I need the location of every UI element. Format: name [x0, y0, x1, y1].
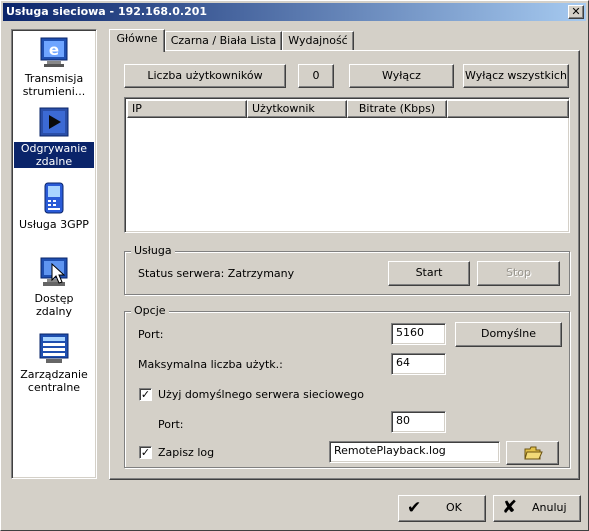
cancel-button[interactable]: ✘ Anuluj — [493, 495, 581, 522]
web-port-input[interactable]: 80 — [391, 411, 446, 433]
users-count-label-text: Liczba użytkowników — [147, 69, 263, 82]
streaming-icon: e — [40, 37, 68, 67]
start-button-label: Start — [415, 266, 443, 279]
sidebar-item-label: Odgrywanie zdalne — [14, 142, 94, 168]
options-group-title: Opcje — [131, 304, 169, 317]
close-button[interactable]: ✕ — [568, 5, 584, 19]
remote-access-icon — [40, 257, 68, 286]
disconnect-button[interactable]: Wyłącz — [349, 64, 454, 88]
port-input-value: 5160 — [396, 326, 424, 339]
sidebar-item-label: Dostęp zdalny — [34, 292, 74, 318]
stop-button-label: Stop — [505, 266, 531, 279]
stop-button[interactable]: Stop — [477, 261, 560, 286]
title-bar[interactable]: Usługa sieciowa - 192.168.0.201 ✕ — [3, 3, 586, 21]
port-label: Port: — [138, 328, 164, 341]
column-header-label: Użytkownik — [252, 102, 315, 115]
users-count-label: Liczba użytkowników — [124, 64, 286, 88]
max-users-label: Maksymalna liczba użytk.: — [138, 358, 283, 371]
folder-open-icon — [523, 446, 543, 460]
tab-label: Główne — [116, 32, 158, 45]
sidebar-item-label: Usługa 3GPP — [19, 218, 89, 231]
users-count-value: 0 — [298, 64, 334, 88]
max-users-input[interactable]: 64 — [391, 353, 446, 375]
options-group: Opcje Port: 5160 Domyślne Maksymalna lic… — [124, 304, 570, 468]
sidebar-item-label: Zarządzanie centralne — [20, 368, 88, 394]
tab-general[interactable]: Główne — [109, 29, 165, 52]
column-header-bitrate[interactable]: Bitrate (Kbps) — [347, 100, 447, 118]
web-port-input-value: 80 — [396, 414, 410, 427]
default-button-label: Domyślne — [481, 327, 536, 340]
log-file-input[interactable]: RemotePlayback.log — [329, 441, 500, 463]
disconnect-all-button[interactable]: Wyłącz wszystkich — [463, 64, 569, 88]
close-icon: ✕ — [571, 5, 581, 18]
server-status-text: Status serwera: Zatrzymany — [138, 267, 295, 280]
users-table[interactable]: IP Użytkownik Bitrate (Kbps) — [124, 97, 570, 233]
playback-icon — [39, 107, 69, 137]
save-log-label: Zapisz log — [158, 446, 215, 459]
column-header-user[interactable]: Użytkownik — [247, 100, 347, 118]
tab-label: Czarna / Biała Lista — [170, 34, 277, 47]
ok-button[interactable]: ✔ OK — [398, 495, 486, 522]
log-file-input-value: RemotePlayback.log — [334, 444, 446, 457]
service-group: Usługa Status serwera: Zatrzymany Start … — [124, 244, 570, 295]
sidebar-item-streaming[interactable]: e Transmisja strumieni... — [14, 36, 94, 98]
service-group-title: Usługa — [131, 244, 175, 257]
tab-black-white-list[interactable]: Czarna / Biała Lista — [165, 31, 282, 51]
column-header-label: IP — [132, 102, 142, 115]
checkmark-icon: ✓ — [140, 388, 151, 401]
central-management-icon — [39, 333, 69, 363]
mobile-phone-icon — [44, 182, 64, 214]
svg-text:e: e — [49, 41, 59, 59]
column-header-label: Bitrate (Kbps) — [358, 102, 436, 115]
disconnect-all-button-label: Wyłącz wszystkich — [465, 69, 567, 82]
browse-log-button[interactable] — [506, 441, 559, 465]
ok-button-label: OK — [446, 501, 462, 514]
sidebar-item-central-management[interactable]: Zarządzanie centralne — [14, 332, 94, 394]
start-button[interactable]: Start — [388, 261, 470, 286]
tab-label: Wydajność — [288, 34, 348, 47]
max-users-input-value: 64 — [396, 356, 410, 369]
use-default-web-server-label: Użyj domyślnego serwera sieciowego — [158, 388, 364, 401]
default-button[interactable]: Domyślne — [455, 322, 562, 347]
tab-panel-general: Liczba użytkowników 0 Wyłącz Wyłącz wszy… — [109, 50, 580, 480]
sidebar: e Transmisja strumieni... Odgrywanie zda… — [11, 29, 97, 479]
users-count-value-text: 0 — [312, 69, 320, 82]
sidebar-item-remote-playback[interactable]: Odgrywanie zdalne — [14, 106, 94, 168]
cancel-button-label: Anuluj — [532, 501, 567, 514]
sidebar-item-3gpp[interactable]: Usługa 3GPP — [14, 182, 94, 231]
sidebar-item-remote-access[interactable]: Dostęp zdalny — [14, 256, 94, 318]
dialog-window: Usługa sieciowa - 192.168.0.201 ✕ e Tran… — [0, 0, 589, 531]
window-title: Usługa sieciowa - 192.168.0.201 — [6, 5, 208, 18]
port-input[interactable]: 5160 — [391, 323, 446, 345]
disconnect-button-label: Wyłącz — [382, 69, 421, 82]
sidebar-item-label: Transmisja strumieni... — [22, 72, 86, 98]
x-icon: ✘ — [502, 497, 518, 518]
checkmark-icon: ✓ — [140, 446, 151, 459]
web-port-label: Port: — [158, 418, 184, 431]
column-header-ip[interactable]: IP — [127, 100, 247, 118]
use-default-web-server-checkbox[interactable]: ✓ — [139, 388, 152, 401]
tab-performance[interactable]: Wydajność — [282, 31, 354, 51]
column-header-empty[interactable] — [447, 100, 569, 118]
check-icon: ✔ — [407, 498, 422, 518]
save-log-checkbox[interactable]: ✓ — [139, 446, 152, 459]
